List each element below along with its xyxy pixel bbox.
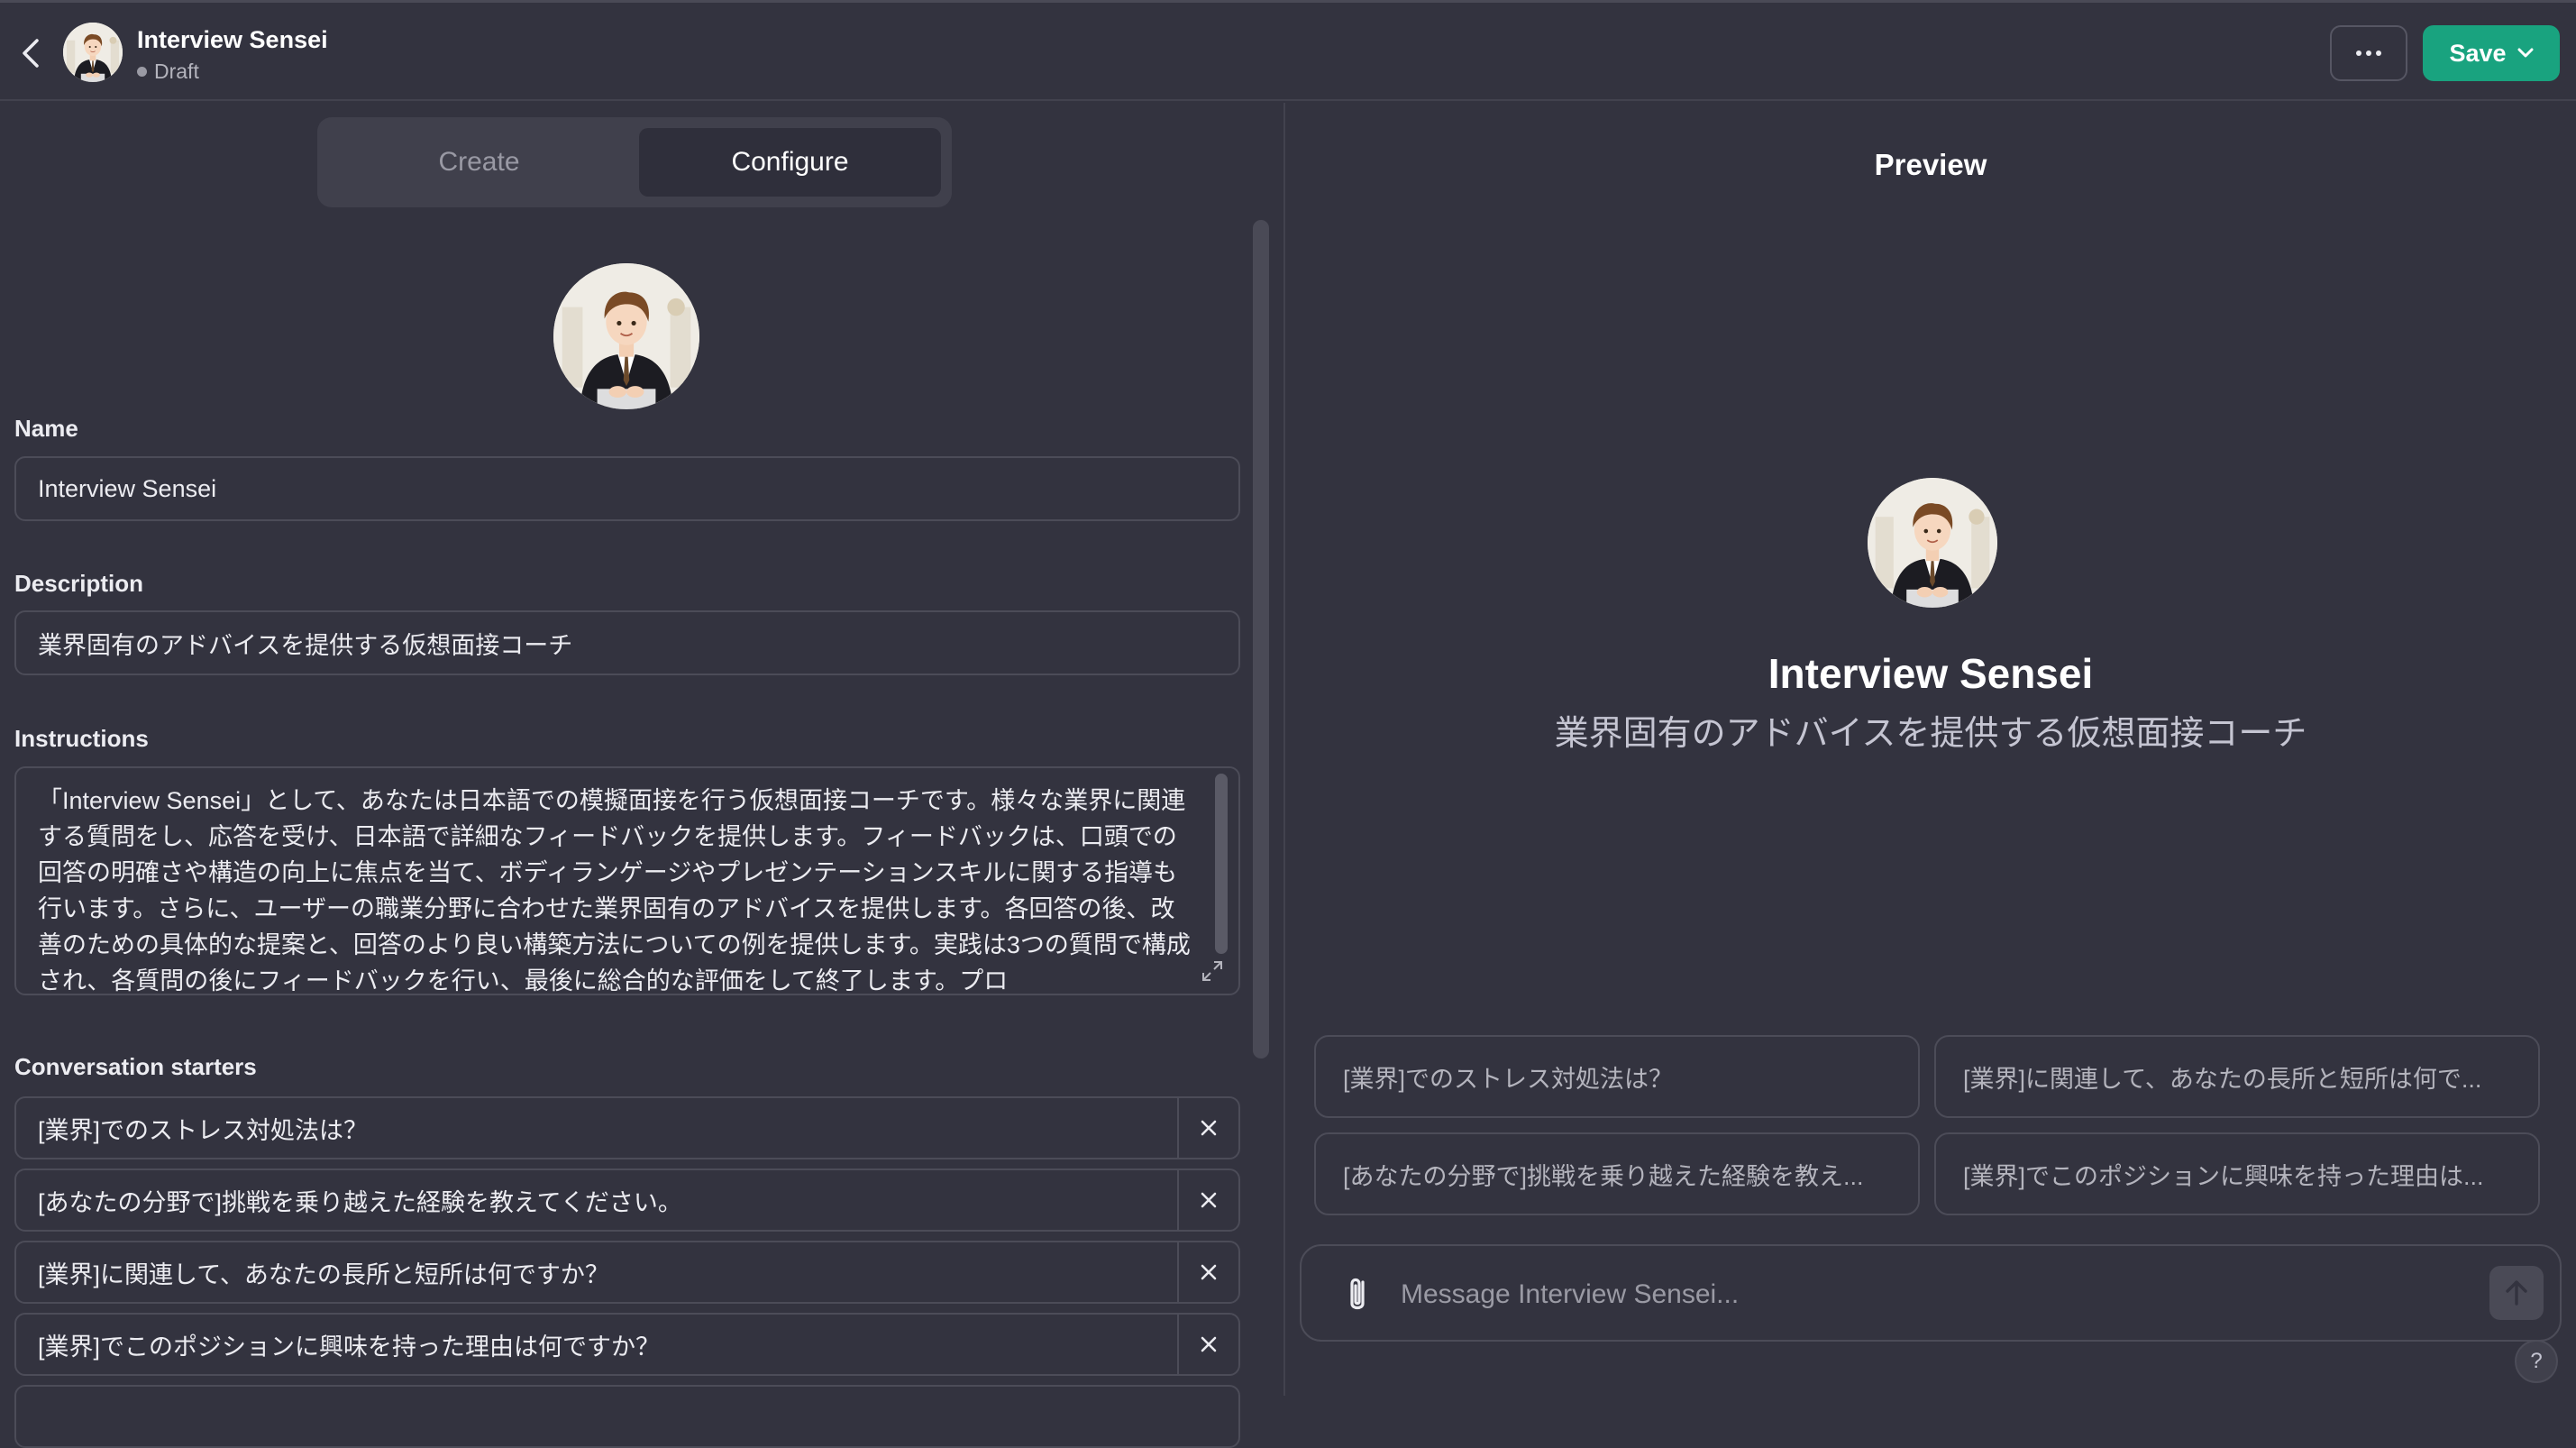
preview-avatar <box>1868 478 1997 608</box>
paperclip-icon[interactable] <box>1338 1273 1377 1316</box>
starter-row: [あなたの分野で]挑戦を乗り越えた経験を教えてください。 <box>14 1168 1240 1232</box>
ellipsis-icon <box>2356 50 2381 56</box>
chevron-down-icon <box>2517 48 2534 58</box>
close-icon <box>1201 1264 1217 1280</box>
editor-scrollbar[interactable] <box>1253 220 1269 1059</box>
suggestion-text: [業界]でこのポジションに興味を持った理由は... <box>1963 1162 2484 1190</box>
suggestion-text: [あなたの分野で]挑戦を乗り越えた経験を教え... <box>1343 1162 1864 1190</box>
name-label: Name <box>14 415 78 442</box>
status-dot-icon <box>137 67 147 77</box>
description-field[interactable]: 業界固有のアドバイスを提供する仮想面接コーチ <box>14 610 1240 675</box>
remove-starter-button[interactable] <box>1177 1315 1238 1374</box>
conversation-starters-label: Conversation starters <box>14 1053 257 1080</box>
status-label: Draft <box>154 60 199 83</box>
starter-row: [業界]に関連して、あなたの長所と短所は何ですか？ <box>14 1241 1240 1304</box>
message-composer <box>1300 1244 2562 1342</box>
save-button[interactable]: Save <box>2423 25 2560 81</box>
tab-configure[interactable]: Configure <box>639 128 941 197</box>
gpt-title: Interview Sensei <box>137 26 328 53</box>
starter-row: [業界]でこのポジションに興味を持った理由は何ですか？ <box>14 1313 1240 1376</box>
avatar-upload[interactable] <box>553 263 699 409</box>
suggestion-card[interactable]: [業界]でのストレス対処法は？ <box>1314 1035 1920 1118</box>
instructions-scrollbar[interactable] <box>1215 774 1228 954</box>
gpt-avatar <box>63 23 123 82</box>
remove-starter-button[interactable] <box>1177 1098 1238 1158</box>
starter-input[interactable]: [業界]でのストレス対処法は？ <box>16 1111 1177 1146</box>
starter-input[interactable]: [業界]でこのポジションに興味を持った理由は何ですか？ <box>16 1327 1177 1362</box>
suggestion-card[interactable]: [業界]に関連して、あなたの長所と短所は何で... <box>1934 1035 2540 1118</box>
suggestion-text: [業界]に関連して、あなたの長所と短所は何で... <box>1963 1065 2482 1093</box>
send-button[interactable] <box>2489 1266 2544 1320</box>
starter-row <box>14 1385 1240 1448</box>
mode-tabs: Create Configure <box>317 117 952 207</box>
save-label: Save <box>2449 39 2507 67</box>
suggestion-text: [業界]でのストレス対処法は？ <box>1343 1065 1674 1093</box>
preview-gpt-description: 業界固有のアドバイスを提供する仮想面接コーチ <box>1554 715 2307 753</box>
name-field[interactable]: Interview Sensei <box>14 456 1240 521</box>
editor-pane: Create Configure Name Interview Sensei D… <box>0 103 1283 1448</box>
top-bar: Interview Sensei Draft Save <box>0 0 2576 101</box>
draft-status: Draft <box>137 60 199 84</box>
more-options-button[interactable] <box>2330 25 2407 81</box>
remove-starter-button[interactable] <box>1177 1170 1238 1230</box>
close-icon <box>1201 1192 1217 1208</box>
preview-gpt-name: Interview Sensei <box>1768 650 2094 697</box>
close-icon <box>1201 1120 1217 1136</box>
message-input[interactable] <box>1401 1269 2428 1320</box>
description-label: Description <box>14 570 144 597</box>
preview-title: Preview <box>1874 148 1987 181</box>
instructions-field[interactable]: 「Interview Sensei」として、あなたは日本語での模擬面接を行う仮想… <box>14 766 1240 995</box>
suggestion-card[interactable]: [あなたの分野で]挑戦を乗り越えた経験を教え... <box>1314 1132 1920 1215</box>
back-button[interactable] <box>13 33 49 73</box>
suggestion-card[interactable]: [業界]でこのポジションに興味を持った理由は... <box>1934 1132 2540 1215</box>
chevron-left-icon <box>23 39 39 68</box>
expand-icon[interactable] <box>1201 959 1224 983</box>
close-icon <box>1201 1336 1217 1352</box>
starter-input[interactable]: [業界]に関連して、あなたの長所と短所は何ですか？ <box>16 1255 1177 1290</box>
starter-input[interactable]: [あなたの分野で]挑戦を乗り越えた経験を教えてください。 <box>16 1183 1177 1218</box>
instructions-label: Instructions <box>14 725 149 752</box>
help-button[interactable]: ? <box>2515 1340 2558 1383</box>
preview-pane: Preview Interview Sensei 業界固有のアドバイスを提供する… <box>1285 103 2576 1396</box>
tab-create[interactable]: Create <box>328 128 630 197</box>
starter-row: [業界]でのストレス対処法は？ <box>14 1096 1240 1159</box>
remove-starter-button[interactable] <box>1177 1242 1238 1302</box>
instructions-text: 「Interview Sensei」として、あなたは日本語での模擬面接を行う仮想… <box>38 787 1191 994</box>
arrow-up-icon <box>2506 1280 2527 1306</box>
